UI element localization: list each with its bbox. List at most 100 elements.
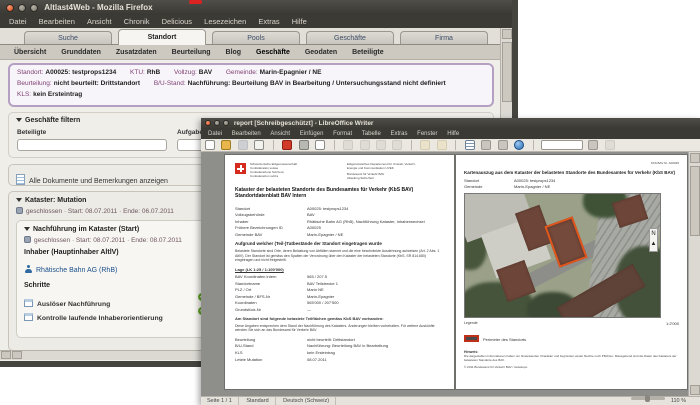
- tab-standort[interactable]: Standort: [118, 29, 206, 45]
- maximize-icon[interactable]: [223, 120, 229, 127]
- libreoffice-titlebar[interactable]: report [Schreibgeschützt] - LibreOffice …: [201, 118, 700, 129]
- export-pdf-icon[interactable]: [282, 140, 293, 150]
- subnav-geodaten[interactable]: Geodaten: [305, 49, 337, 56]
- find-replace-icon[interactable]: [497, 140, 508, 150]
- field-value: Marin-Epagnier / NE: [307, 231, 344, 237]
- menu-extras[interactable]: Extras: [253, 15, 284, 28]
- forward-icon[interactable]: [588, 140, 599, 150]
- tab-firma[interactable]: Firma: [400, 31, 488, 44]
- menu-fenster[interactable]: Fenster: [413, 129, 441, 139]
- inhaber-link[interactable]: Rhätische Bahn AG (RhB): [36, 267, 117, 274]
- confed-line: Confederaziun svizra: [250, 173, 279, 178]
- menu-datei[interactable]: Datei: [4, 15, 32, 28]
- spellcheck-icon[interactable]: [481, 140, 492, 150]
- print-icon[interactable]: [298, 140, 309, 150]
- zoom-slider-handle[interactable]: [645, 395, 651, 402]
- cut-icon[interactable]: [343, 140, 354, 150]
- subnav-grunddaten[interactable]: Grunddaten: [61, 49, 101, 56]
- subnav-uebersicht[interactable]: Übersicht: [14, 49, 46, 56]
- info-label: Beurteilung:: [17, 80, 52, 87]
- document-icon: [16, 174, 25, 185]
- legend-item-row: Perimeter des Standorts: [464, 328, 679, 346]
- field-value: 565 / 207.5: [307, 274, 328, 280]
- menu-ansicht[interactable]: Ansicht: [266, 129, 294, 139]
- minimize-icon[interactable]: [18, 3, 26, 12]
- info-label: KTU:: [130, 69, 145, 76]
- menu-datei[interactable]: Datei: [204, 129, 226, 139]
- step-row: Kontrolle laufende Inhaberorientierung ✓: [24, 307, 206, 322]
- field-list-2: BAV Koordinaten intern 565 / 207.5 Stando…: [235, 274, 444, 312]
- vertical-scrollbar[interactable]: [688, 152, 700, 396]
- scroll-up-icon[interactable]: [502, 29, 512, 39]
- map-title: Kartenauszug aus dem Kataster der belast…: [464, 169, 675, 175]
- field-label: KLS: [235, 350, 243, 356]
- tab-suche[interactable]: Suche: [24, 31, 112, 44]
- menu-bearbeiten[interactable]: Bearbeiten: [34, 15, 80, 28]
- back-icon[interactable]: [604, 140, 615, 150]
- beteiligte-input[interactable]: [17, 139, 167, 151]
- insert-table-icon[interactable]: [464, 140, 475, 150]
- swiss-cross-icon: [235, 163, 246, 174]
- libreoffice-menubar: Datei Bearbeiten Ansicht Einfügen Format…: [201, 129, 700, 139]
- menu-hilfe[interactable]: Hilfe: [443, 129, 463, 139]
- field-label: Letzte Mutation: [235, 356, 263, 362]
- info-label: Standort:: [17, 69, 44, 76]
- firefox-titlebar[interactable]: Altlast4Web - Mozilla Firefox: [0, 0, 512, 15]
- menu-einfuegen[interactable]: Einfügen: [296, 129, 328, 139]
- subnav-zusatzdaten[interactable]: Zusatzdaten: [116, 49, 157, 56]
- scrollbar-thumb[interactable]: [690, 166, 700, 236]
- north-arrow-icon: N ▲: [649, 227, 658, 252]
- page-style[interactable]: Standard: [240, 397, 276, 405]
- subnav-beteiligte[interactable]: Beteiligte: [352, 49, 384, 56]
- zoom-controls: 110 %: [627, 395, 686, 405]
- copy-icon[interactable]: [359, 140, 370, 150]
- new-document-icon[interactable]: [205, 140, 215, 150]
- field-value: BAV Teilstrecke 1: [307, 280, 338, 286]
- menu-hilfe[interactable]: Hilfe: [287, 15, 312, 28]
- tab-geschaefte[interactable]: Geschäfte: [306, 31, 394, 44]
- email-icon[interactable]: [254, 140, 265, 150]
- menu-chronik[interactable]: Chronik: [119, 15, 155, 28]
- standort-infobox: Standort: A00025: testprops1234 KTU: RhB V…: [8, 63, 494, 107]
- menu-bearbeiten[interactable]: Bearbeiten: [228, 129, 265, 139]
- redo-icon[interactable]: [436, 140, 447, 150]
- tab-pools[interactable]: Pools: [212, 31, 300, 44]
- paste-icon[interactable]: [375, 140, 386, 150]
- zoom-percent[interactable]: 110 %: [671, 398, 686, 404]
- page-preview-icon[interactable]: [315, 140, 326, 150]
- subnav-blog[interactable]: Blog: [226, 49, 242, 56]
- scroll-left2-icon[interactable]: [12, 351, 22, 359]
- format-paintbrush-icon[interactable]: [392, 140, 403, 150]
- field-label: Grundstück-Nr: [235, 307, 262, 313]
- save-icon[interactable]: [237, 140, 248, 150]
- scrollbar-thumb[interactable]: [502, 42, 512, 102]
- recording-indicator: [189, 0, 202, 4]
- open-icon[interactable]: [221, 140, 232, 150]
- step-kontrolle-link[interactable]: Kontrolle laufende Inhaberorientierung: [37, 315, 163, 322]
- subnav-beurteilung[interactable]: Beurteilung: [172, 49, 211, 56]
- zoom-slider[interactable]: [631, 395, 666, 402]
- scroll-up-icon[interactable]: [690, 153, 700, 163]
- navigator-icon[interactable]: [514, 140, 525, 150]
- menu-extras[interactable]: Extras: [386, 129, 411, 139]
- minimize-icon[interactable]: [214, 120, 220, 127]
- menu-lesezeichen[interactable]: Lesezeichen: [199, 15, 251, 28]
- zoom-combobox[interactable]: [540, 140, 583, 150]
- scroll-left-icon[interactable]: [1, 351, 11, 359]
- info-label: Vollzug:: [174, 69, 197, 76]
- maximize-icon[interactable]: [30, 3, 38, 12]
- menu-format[interactable]: Format: [329, 129, 356, 139]
- field-value: 565'000 / 207'500: [307, 300, 339, 306]
- close-icon[interactable]: [6, 3, 14, 12]
- close-icon[interactable]: [205, 120, 211, 127]
- menu-ansicht[interactable]: Ansicht: [82, 15, 117, 28]
- menu-tabelle[interactable]: Tabelle: [358, 129, 385, 139]
- language-indicator[interactable]: Deutsch (Schweiz): [277, 397, 337, 405]
- menu-delicious[interactable]: Delicious: [157, 15, 197, 28]
- undo-icon[interactable]: [420, 140, 431, 150]
- all-documents-link[interactable]: Alle Dokumente und Bemerkungen anzeigen: [29, 178, 168, 185]
- scroll-down-icon[interactable]: [690, 385, 700, 395]
- document-page-1: Schweizerische Eidgenossenschaft Confédé…: [224, 154, 455, 390]
- subnav-geschaefte[interactable]: Geschäfte: [256, 49, 290, 56]
- info-label: B/U-Stand:: [153, 80, 186, 87]
